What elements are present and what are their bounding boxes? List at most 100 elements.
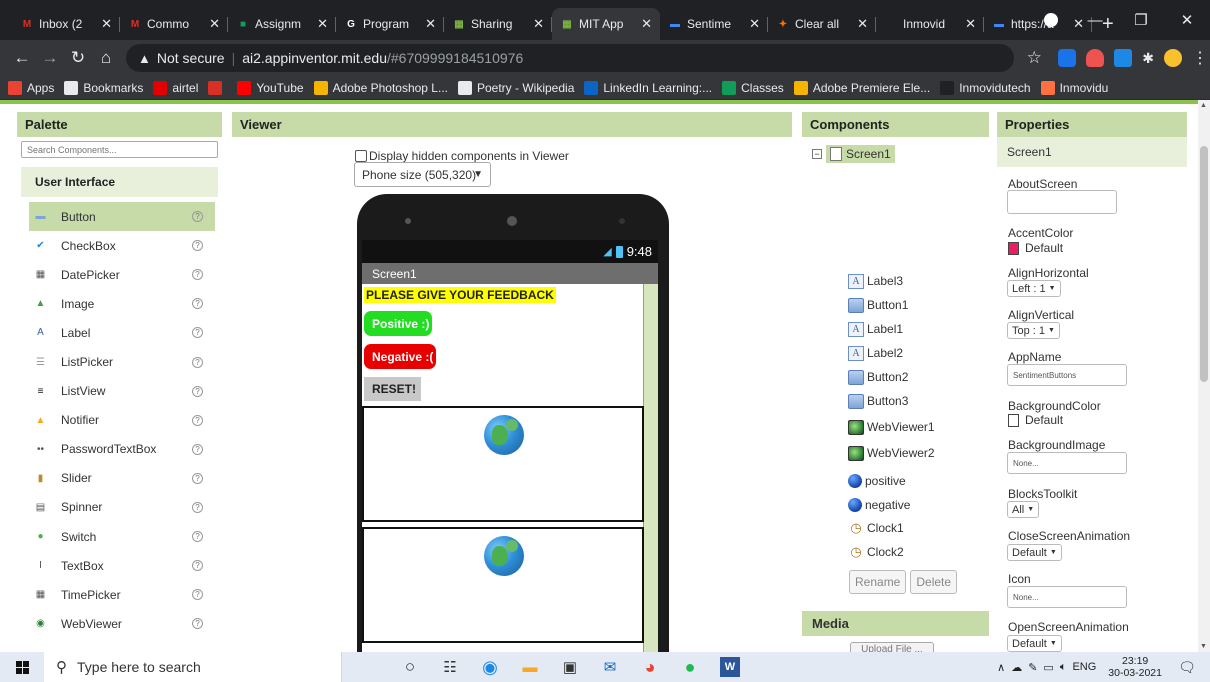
page-scrollbar[interactable]: ▲ ▼ xyxy=(1198,100,1210,652)
feedback-label[interactable]: PLEASE GIVE YOUR FEEDBACK xyxy=(364,287,556,303)
prop-aboutscreen-textarea[interactable] xyxy=(1007,190,1117,214)
taskbar-clock[interactable]: 23:19 30-03-2021 xyxy=(1108,655,1162,679)
bookmark-item[interactable]: Classes xyxy=(722,80,784,95)
component-screen1[interactable]: Screen1 xyxy=(826,145,895,163)
palette-item-button[interactable]: ▬ Button? xyxy=(29,202,215,232)
bookmark-item[interactable]: Inmovidutech xyxy=(940,80,1031,95)
browser-tab[interactable]: ▦ Sharing ✕ xyxy=(444,8,552,40)
bookmark-item[interactable]: airtel xyxy=(153,80,198,95)
component-positive[interactable]: positive xyxy=(848,472,906,490)
prop-closescreenanimation-select[interactable]: Default ▼ xyxy=(1007,544,1062,561)
prop-blockstoolkit-select[interactable]: All ▼ xyxy=(1007,501,1040,518)
prop-openscreenanimation-select[interactable]: Default ▼ xyxy=(1007,635,1062,652)
help-icon[interactable]: ? xyxy=(192,269,203,281)
palette-item-webviewer[interactable]: ◉ WebViewer? xyxy=(29,609,215,638)
component-label3[interactable]: A Label3 xyxy=(848,272,903,290)
close-tab-icon[interactable]: ✕ xyxy=(857,16,868,32)
palette-item-checkbox[interactable]: ✔ CheckBox? xyxy=(29,231,215,260)
close-tab-icon[interactable]: ✕ xyxy=(641,16,652,32)
warning-icon[interactable]: ▲ xyxy=(138,51,151,66)
delete-button[interactable]: Delete xyxy=(910,570,958,594)
network-icon[interactable]: ▭ xyxy=(1043,661,1053,674)
bookmark-star-icon[interactable]: ☆ xyxy=(1020,48,1048,68)
help-icon[interactable]: ? xyxy=(192,298,203,310)
help-icon[interactable]: ? xyxy=(192,356,203,368)
palette-item-listview[interactable]: ≡ ListView? xyxy=(29,377,215,406)
task-view-icon[interactable]: ☷ xyxy=(440,657,460,677)
positive-button[interactable]: Positive :) xyxy=(364,311,432,336)
maximize-button[interactable]: ❐ xyxy=(1118,11,1164,29)
start-button[interactable] xyxy=(0,652,44,682)
home-button[interactable]: ⌂ xyxy=(92,48,120,68)
tab-search-icon[interactable] xyxy=(1044,13,1058,27)
component-tree-root[interactable]: − Screen1 xyxy=(812,145,895,163)
upload-file-button[interactable]: Upload File ... xyxy=(850,642,934,652)
component-label1[interactable]: A Label1 xyxy=(848,320,903,338)
help-icon[interactable]: ? xyxy=(192,414,203,426)
reload-button[interactable]: ↻ xyxy=(64,48,92,68)
webviewer-1[interactable] xyxy=(362,406,644,522)
back-button[interactable]: ← xyxy=(8,48,36,68)
bookmark-item[interactable]: YouTube xyxy=(237,80,304,95)
mail-icon[interactable]: ✉ xyxy=(600,657,620,677)
extension-translate-icon[interactable] xyxy=(1058,49,1077,67)
forward-button[interactable]: → xyxy=(36,48,64,68)
spotify-icon[interactable]: ● xyxy=(680,657,700,677)
bookmark-item[interactable]: Apps xyxy=(8,80,54,95)
help-icon[interactable]: ? xyxy=(192,501,203,513)
volume-icon[interactable]: 🔈︎ xyxy=(1060,661,1067,674)
help-icon[interactable]: ? xyxy=(192,618,203,630)
palette-item-timepicker[interactable]: ▦ TimePicker? xyxy=(29,580,215,609)
edge-icon[interactable]: ◉ xyxy=(480,657,500,677)
help-icon[interactable]: ? xyxy=(192,240,203,252)
extensions-puzzle-icon[interactable]: ✱ xyxy=(1142,50,1154,67)
taskbar-search-box[interactable]: ⚲ Type here to search xyxy=(44,652,342,682)
extension-pocket-icon[interactable] xyxy=(1086,49,1105,67)
palette-item-image[interactable]: ▲ Image? xyxy=(29,289,215,318)
checkbox-box[interactable] xyxy=(355,150,367,162)
prop-backgroundimage-picker[interactable]: None... xyxy=(1007,452,1127,474)
webviewer-2[interactable] xyxy=(362,527,644,643)
bookmark-item[interactable]: LinkedIn Learning:... xyxy=(584,80,712,95)
security-status[interactable]: Not secure xyxy=(157,50,225,66)
palette-item-passwordtextbox[interactable]: •• PasswordTextBox? xyxy=(29,435,215,464)
help-icon[interactable]: ? xyxy=(192,327,203,339)
browser-tab[interactable]: · Inmovid ✕ xyxy=(876,8,984,40)
scrollbar-thumb[interactable] xyxy=(1200,146,1208,382)
help-icon[interactable]: ? xyxy=(192,560,203,572)
chrome-icon[interactable]: ◕ xyxy=(640,657,660,677)
prop-appname-input[interactable]: SentimentButtons xyxy=(1007,364,1127,386)
help-icon[interactable]: ? xyxy=(192,443,203,455)
rename-button[interactable]: Rename xyxy=(849,570,907,594)
bookmark-item[interactable]: Bookmarks xyxy=(64,80,143,95)
profile-avatar[interactable] xyxy=(1164,49,1182,67)
help-icon[interactable]: ? xyxy=(192,211,203,223)
palette-item-slider[interactable]: ▮ Slider? xyxy=(29,464,215,493)
component-button3[interactable]: Button3 xyxy=(848,392,908,410)
display-hidden-checkbox[interactable]: Display hidden components in Viewer xyxy=(355,149,569,163)
help-icon[interactable]: ? xyxy=(192,531,203,543)
help-icon[interactable]: ? xyxy=(192,385,203,397)
palette-item-datepicker[interactable]: ▦ DatePicker? xyxy=(29,260,215,289)
prop-alignhorizontal-select[interactable]: Left : 1 ▼ xyxy=(1007,280,1061,297)
store-icon[interactable]: ▣ xyxy=(560,657,580,677)
close-tab-icon[interactable]: ✕ xyxy=(425,16,436,32)
scroll-down-icon[interactable]: ▼ xyxy=(1200,643,1207,650)
browser-menu-icon[interactable]: ⋮ xyxy=(1192,48,1208,68)
component-webviewer1[interactable]: WebViewer1 xyxy=(848,418,935,436)
bookmark-item[interactable]: Inmovidu xyxy=(1040,80,1108,95)
negative-button[interactable]: Negative :( xyxy=(364,344,436,369)
bookmark-item[interactable]: Poetry - Wikipedia xyxy=(458,80,574,95)
component-label2[interactable]: A Label2 xyxy=(848,344,903,362)
prop-accentcolor-picker[interactable]: Default xyxy=(1008,241,1063,255)
browser-tab[interactable]: G Program ✕ xyxy=(336,8,444,40)
browser-tab[interactable]: ✦ Clear all ✕ xyxy=(768,8,876,40)
prop-backgroundcolor-picker[interactable]: Default xyxy=(1008,413,1063,427)
component-webviewer2[interactable]: WebViewer2 xyxy=(848,444,935,462)
scroll-up-icon[interactable]: ▲ xyxy=(1200,102,1207,109)
browser-tab[interactable]: ■ Assignm ✕ xyxy=(228,8,336,40)
tray-chevron-icon[interactable]: ∧ xyxy=(997,661,1005,674)
component-button1[interactable]: Button1 xyxy=(848,296,908,314)
word-icon[interactable]: W xyxy=(720,657,740,677)
close-tab-icon[interactable]: ✕ xyxy=(209,16,220,32)
